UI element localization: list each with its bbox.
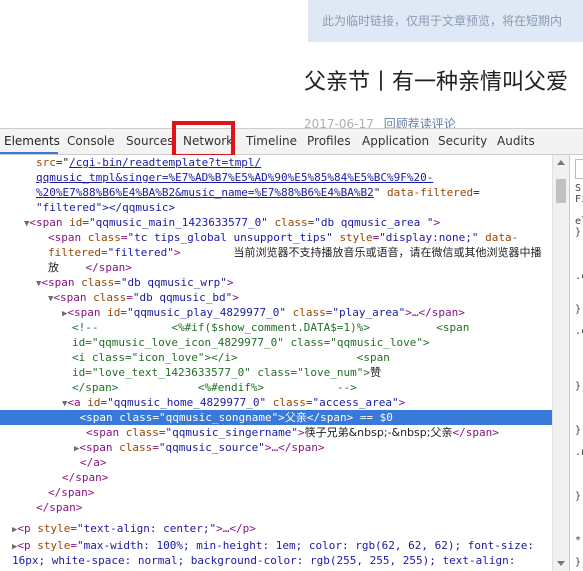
dom-line[interactable]: <span class="qqmusic_singername">筷子兄弟&nb… xyxy=(86,425,499,440)
tab-application[interactable]: Application xyxy=(362,129,429,154)
active-tab-indicator xyxy=(0,152,58,154)
elements-dom-tree: src="/cgi-bin/readtemplate?t=tmpl/ qqmus… xyxy=(0,155,552,571)
dom-comment-line[interactable]: <!-- <%#if($show_comment.DATA$=1)%> <spa… xyxy=(72,320,469,335)
network-tab-highlight xyxy=(172,121,235,158)
styles-pane-text: Fi xyxy=(575,194,583,205)
dom-line[interactable]: src="/cgi-bin/readtemplate?t=tmpl/ xyxy=(36,155,261,170)
tab-console[interactable]: Console xyxy=(67,129,115,154)
dom-line[interactable]: </span> xyxy=(48,485,94,500)
dom-line[interactable]: filtered="filtered"> 当前浏览器不支持播放音乐或语音，请在微… xyxy=(48,245,541,260)
styles-pane-text: .n xyxy=(575,447,583,458)
article-meta-link[interactable]: 回顾荐读评论 xyxy=(384,117,456,128)
dom-line[interactable]: </a> xyxy=(80,455,107,470)
styles-pane-text: .c xyxy=(575,271,583,282)
styles-pane-text: } xyxy=(575,491,582,502)
article-meta: 2017-06-17 回顾荐读评论 xyxy=(304,117,456,128)
dom-line[interactable]: ▶<span id="qqmusic_play_4829977_0" class… xyxy=(62,305,465,320)
dom-comment-line[interactable]: </span> <%#endif%> --> xyxy=(72,380,357,395)
tab-elements[interactable]: Elements xyxy=(4,129,60,154)
elements-scrollbar[interactable] xyxy=(552,155,569,571)
styles-pane-text: } xyxy=(575,227,582,238)
dom-line[interactable]: "filtered"></qqmusic> xyxy=(36,200,175,215)
dom-line[interactable]: 放 </span> xyxy=(48,260,132,275)
dom-line[interactable]: ▼<span class="db qqmusic_wrp"> xyxy=(36,275,234,290)
dom-line[interactable]: ▶<p style="text-align: center;">…</p> xyxy=(12,521,256,536)
styles-pane-text: } xyxy=(575,304,582,315)
styles-pane-text: } xyxy=(575,381,582,392)
tab-audits[interactable]: Audits xyxy=(497,129,535,154)
dom-line[interactable]: qqmusic_tmpl&singer=%E7%AD%B7%E5%AD%90%E… xyxy=(36,170,433,185)
page-preview: 此为临时链接，仅用于文章预览，将在短期内 父亲节丨有一种亲情叫父爱 2017-0… xyxy=(0,0,583,128)
styles-filter-box[interactable] xyxy=(575,159,583,179)
dom-line[interactable]: ▼<span id="qqmusic_main_1423633577_0" cl… xyxy=(24,215,440,230)
scroll-up-arrow-icon[interactable] xyxy=(557,160,565,165)
tab-sources[interactable]: Sources xyxy=(126,129,173,154)
dom-comment-line[interactable]: <i class="icon_love"></i> <span xyxy=(72,350,390,365)
tab-security[interactable]: Security xyxy=(438,129,487,154)
dom-line[interactable]: ▼<a id="qqmusic_home_4829977_0" class="a… xyxy=(62,395,405,410)
dom-line[interactable]: %20%E7%88%B6%E4%BA%B2&music_name=%E7%88%… xyxy=(36,185,480,200)
dom-line[interactable]: ▼<span class="db qqmusic_bd"> xyxy=(48,290,239,305)
dom-line[interactable]: ▶<p style="max-width: 100%; min-height: … xyxy=(12,538,534,553)
article-title: 父亲节丨有一种亲情叫父爱 xyxy=(304,70,569,95)
dom-line[interactable]: </span> xyxy=(36,500,82,515)
selected-dom-line[interactable]: <span class="qqmusic_songname">父亲</span>… xyxy=(0,410,552,425)
devtools-tabbar: Elements Console Sources Network Timelin… xyxy=(0,128,583,155)
styles-pane-text: .c xyxy=(575,326,583,337)
dom-line[interactable]: </span> xyxy=(62,470,108,485)
styles-pane-text: * xyxy=(575,535,582,546)
scrollbar-thumb[interactable] xyxy=(556,179,566,203)
dom-line[interactable]: ▶<span class="qqmusic_source">…</span> xyxy=(74,440,325,455)
dom-line[interactable]: 16px; white-space: normal; background-co… xyxy=(12,553,515,568)
dom-comment-line[interactable]: id="love_text_1423633577_0" class="love_… xyxy=(72,365,381,380)
styles-pane-text: } xyxy=(575,557,582,568)
temporary-link-notice: 此为临时链接，仅用于文章预览，将在短期内 xyxy=(308,0,583,42)
tab-timeline[interactable]: Timeline xyxy=(246,129,297,154)
article-date: 2017-06-17 xyxy=(304,117,374,128)
dom-comment-line[interactable]: id="qqmusic_love_icon_4829977_0" class="… xyxy=(72,335,430,350)
styles-pane: SFiel}.c}.c}}.n}*} xyxy=(569,155,583,571)
dom-line[interactable]: <span class="tc tips_global unsupport_ti… xyxy=(48,230,518,245)
scroll-down-arrow-icon[interactable] xyxy=(557,561,565,566)
tab-profiles[interactable]: Profiles xyxy=(307,129,351,154)
styles-pane-text: } xyxy=(575,425,582,436)
